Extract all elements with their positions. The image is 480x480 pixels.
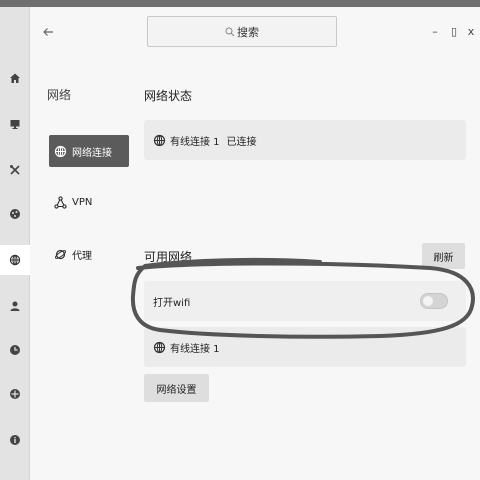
network-status-title: 网络状态: [144, 89, 193, 103]
globe-icon: [153, 341, 166, 353]
back-button[interactable]: [40, 24, 56, 40]
clock-icon: [10, 345, 20, 355]
rail-network[interactable]: [0, 245, 30, 275]
sidebar-item-proxy[interactable]: 代理: [49, 238, 129, 270]
minimize-button[interactable]: –: [429, 24, 441, 38]
palette-icon: [10, 209, 20, 219]
monitor-icon: [10, 120, 20, 129]
wired-connection-row[interactable]: 有线连接 1: [144, 327, 466, 367]
sidebar-item-label: VPN: [72, 196, 93, 208]
sidebar-item-network-connection[interactable]: 网络连接: [49, 135, 129, 167]
maximize-button[interactable]: ▯: [448, 24, 460, 38]
update-icon: [10, 389, 20, 399]
wired-connection-name: 有线连接 1: [170, 343, 220, 355]
tools-icon: [10, 165, 20, 175]
sidebar-item-vpn[interactable]: VPN: [49, 186, 129, 218]
rail-personalization[interactable]: [0, 199, 30, 229]
vpn-icon: [54, 195, 67, 209]
wifi-toggle-switch[interactable]: [420, 293, 448, 309]
sidebar-item-label: 网络连接: [72, 147, 112, 159]
rail-about[interactable]: [0, 425, 30, 455]
icon-rail: [0, 7, 30, 480]
close-button[interactable]: x: [465, 24, 477, 38]
proxy-icon: [54, 249, 67, 259]
window-top-strip: [0, 0, 480, 7]
status-connection-state: 已连接: [226, 136, 257, 148]
network-settings-button[interactable]: 网络设置: [144, 374, 209, 402]
globe-icon: [54, 145, 67, 157]
rail-account[interactable]: [0, 291, 30, 321]
wifi-toggle-row: 打开wifi: [144, 281, 466, 321]
rail-display[interactable]: [0, 109, 30, 139]
globe-icon: [153, 134, 166, 146]
network-status-card: 有线连接 1 已连接: [144, 120, 466, 160]
info-icon: [10, 435, 20, 445]
toggle-knob: [423, 296, 433, 306]
sidebar-title: 网络: [47, 88, 72, 102]
search-icon: [225, 27, 235, 36]
rail-home[interactable]: [0, 63, 30, 93]
wifi-toggle-label: 打开wifi: [153, 297, 191, 309]
arrow-left-icon: [43, 28, 53, 36]
search-input[interactable]: 搜索: [147, 16, 337, 47]
sidebar-item-label: 代理: [72, 250, 92, 262]
home-icon: [10, 73, 20, 83]
search-placeholder: 搜索: [237, 25, 259, 39]
user-icon: [10, 301, 20, 311]
available-networks-title: 可用网络: [144, 250, 193, 264]
refresh-button[interactable]: 刷新: [422, 243, 465, 269]
rail-tools[interactable]: [0, 155, 30, 185]
rail-datetime[interactable]: [0, 335, 30, 365]
status-connection-name: 有线连接 1: [170, 136, 220, 148]
rail-update[interactable]: [0, 379, 30, 409]
globe-icon: [9, 254, 21, 266]
